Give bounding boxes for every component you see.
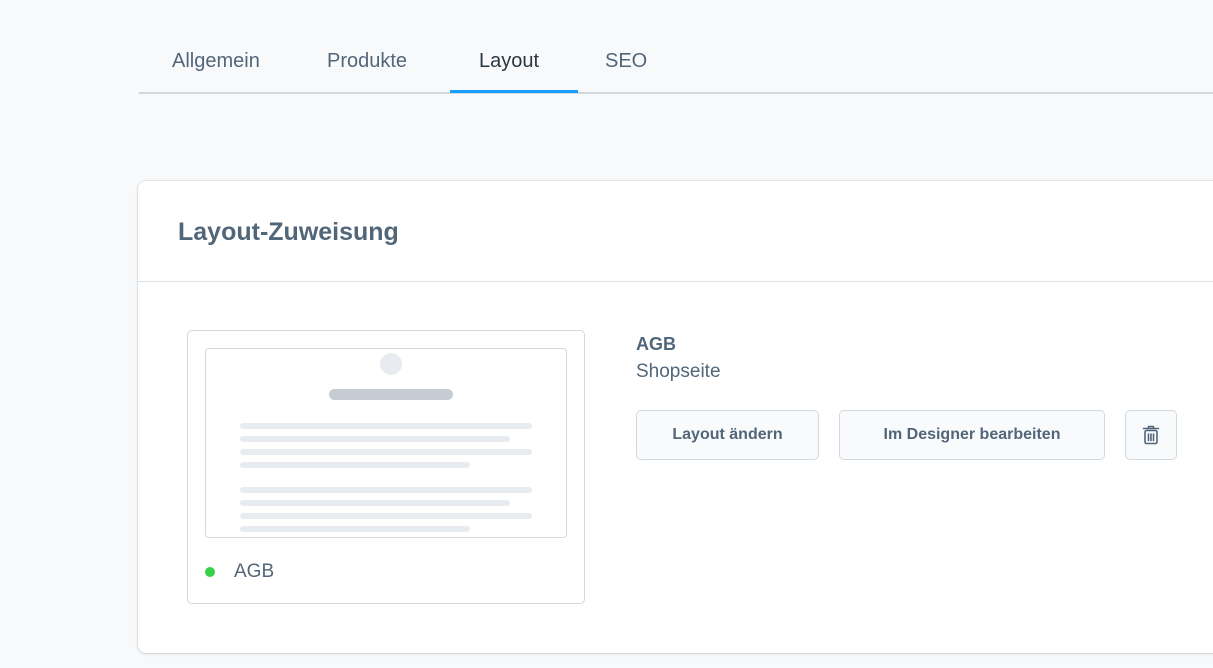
- change-layout-button[interactable]: Layout ändern: [636, 410, 819, 460]
- layout-preview-thumbnail: [205, 348, 567, 538]
- delete-layout-button[interactable]: [1125, 410, 1177, 460]
- layout-type: Shopseite: [636, 361, 721, 382]
- edit-in-designer-button[interactable]: Im Designer bearbeiten: [839, 410, 1105, 460]
- preview-footer: AGB: [205, 561, 274, 583]
- preview-layout-name: AGB: [234, 561, 275, 582]
- card-header: Layout-Zuweisung: [138, 181, 1213, 282]
- preview-placeholder-line: [240, 513, 532, 519]
- card-title: Layout-Zuweisung: [178, 218, 399, 246]
- preview-placeholder-line: [240, 436, 510, 442]
- layout-name: AGB: [636, 334, 676, 354]
- preview-placeholder-line: [240, 500, 510, 506]
- preview-placeholder-circle: [380, 353, 402, 375]
- trash-icon: [1142, 425, 1160, 445]
- tab-allgemein[interactable]: Allgemein: [172, 50, 260, 73]
- tab-produkte[interactable]: Produkte: [327, 50, 407, 73]
- preview-placeholder-heading: [329, 389, 453, 400]
- preview-placeholder-line: [240, 423, 532, 429]
- active-tab-indicator: [450, 90, 578, 93]
- layout-preview[interactable]: AGB: [187, 330, 585, 604]
- preview-placeholder-line: [240, 487, 532, 493]
- status-dot: [205, 567, 215, 577]
- tab-bar: Allgemein Produkte Layout SEO: [139, 40, 1213, 94]
- preview-placeholder-line: [240, 526, 470, 532]
- layout-assignment-card: Layout-Zuweisung AGB AGB Shopseite Layou…: [138, 181, 1213, 653]
- tab-seo[interactable]: SEO: [605, 50, 647, 73]
- preview-placeholder-line: [240, 449, 532, 455]
- tab-layout[interactable]: Layout: [479, 50, 539, 73]
- preview-placeholder-line: [240, 462, 470, 468]
